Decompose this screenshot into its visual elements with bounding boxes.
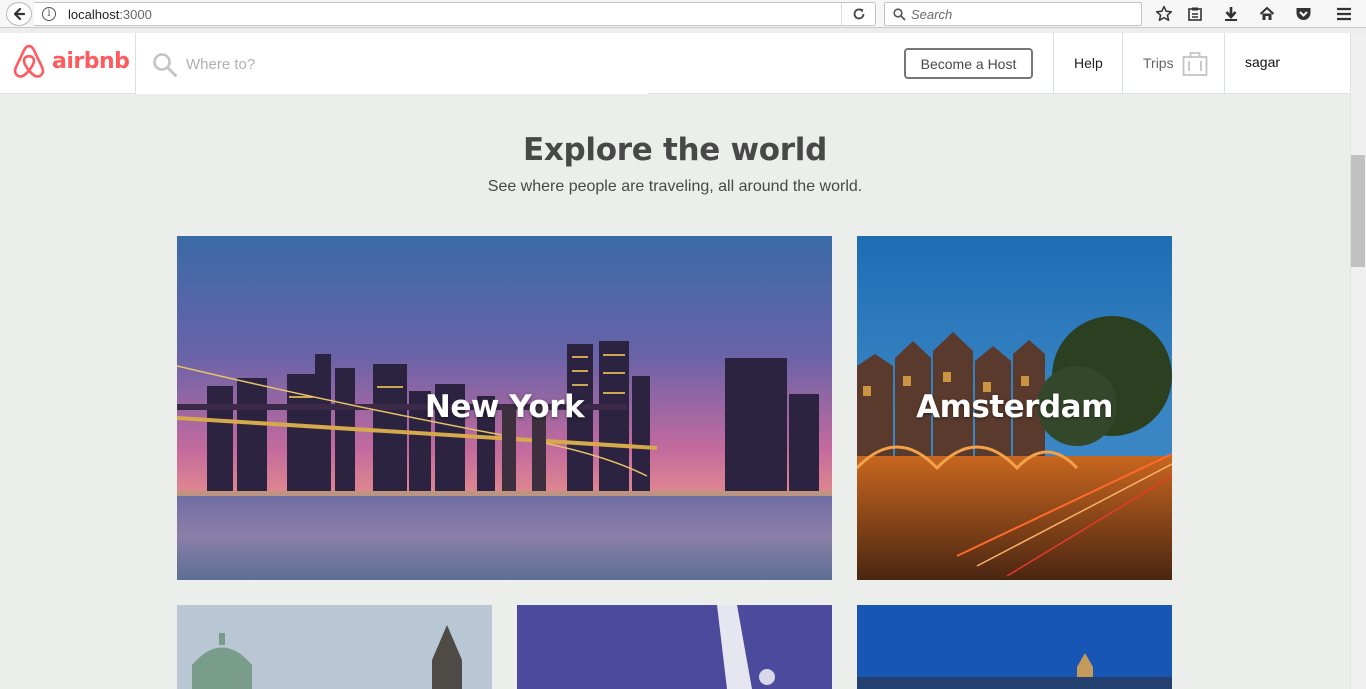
destination-card-new-york[interactable]: New York xyxy=(177,236,832,580)
become-host-button[interactable]: Become a Host xyxy=(904,48,1033,79)
page-title: Explore the world xyxy=(522,132,828,168)
airbnb-belo-icon xyxy=(13,44,45,78)
url-text[interactable]: localhost:3000 xyxy=(68,7,152,22)
destination-card[interactable] xyxy=(177,605,492,689)
search-underline xyxy=(136,92,648,94)
back-button[interactable] xyxy=(6,2,32,26)
browser-search-placeholder: Search xyxy=(911,7,953,22)
user-menu[interactable]: sagar xyxy=(1245,54,1280,70)
address-bar[interactable]: i localhost:3000 xyxy=(34,2,876,26)
scrollbar-thumb[interactable] xyxy=(1351,155,1365,267)
header-divider xyxy=(1224,33,1225,94)
reload-button[interactable] xyxy=(841,3,875,25)
clipboard-icon xyxy=(1188,7,1202,21)
page-scrollbar[interactable] xyxy=(1350,33,1366,689)
header-divider xyxy=(135,33,136,94)
star-icon xyxy=(1155,5,1173,22)
menu-button[interactable] xyxy=(1334,4,1354,24)
destination-label xyxy=(177,605,492,689)
destination-label: Amsterdam xyxy=(916,389,1113,425)
search-icon xyxy=(893,8,906,21)
download-arrow-icon xyxy=(1225,7,1237,21)
browser-toolbar: i localhost:3000 Search xyxy=(0,0,1366,28)
hamburger-menu-icon xyxy=(1337,7,1351,21)
home-button[interactable] xyxy=(1257,4,1277,24)
header-divider xyxy=(1122,33,1123,94)
destination-label: New York xyxy=(424,389,585,425)
help-link[interactable]: Help xyxy=(1074,55,1103,71)
reading-list-button[interactable] xyxy=(1185,4,1205,24)
destination-card-amsterdam[interactable]: Amsterdam xyxy=(857,236,1172,580)
pocket-icon xyxy=(1296,8,1310,20)
bookmark-star-button[interactable] xyxy=(1154,4,1174,24)
home-icon xyxy=(1259,6,1275,20)
airbnb-logo[interactable]: airbnb xyxy=(12,43,130,79)
downloads-button[interactable] xyxy=(1221,4,1241,24)
trips-link[interactable]: Trips xyxy=(1143,55,1174,71)
browser-search-box[interactable]: Search xyxy=(884,2,1142,26)
site-header: airbnb Become a Host Help Trips sagar xyxy=(0,33,1350,94)
destination-card[interactable] xyxy=(857,605,1172,689)
header-divider xyxy=(1053,33,1054,94)
suitcase-icon[interactable] xyxy=(1182,51,1208,77)
info-icon[interactable]: i xyxy=(42,7,56,21)
where-to-search-input[interactable] xyxy=(186,52,646,76)
page-subtitle: See where people are traveling, all arou… xyxy=(487,178,863,195)
reload-icon xyxy=(853,8,864,20)
destination-label xyxy=(517,605,832,689)
logo-wordmark: airbnb xyxy=(52,48,130,74)
arrow-left-icon xyxy=(13,7,26,21)
search-icon xyxy=(153,53,177,77)
destination-label xyxy=(857,605,1172,689)
destination-card[interactable] xyxy=(517,605,832,689)
pocket-button[interactable] xyxy=(1293,4,1313,24)
